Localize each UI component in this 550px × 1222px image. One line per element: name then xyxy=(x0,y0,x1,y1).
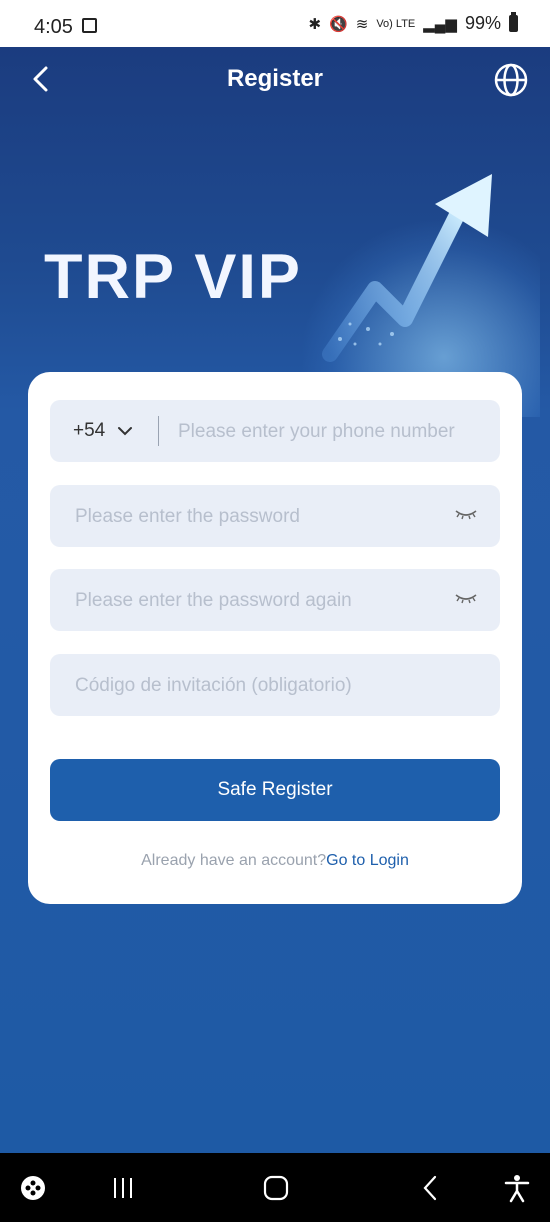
game-launcher-icon[interactable] xyxy=(18,1173,48,1203)
status-indicators: ✱ 🔇 ≋ Vo) LTE ▂▄▆ 99% xyxy=(308,12,518,34)
login-prompt-line: Already have an account?Go to Login xyxy=(28,852,522,870)
page-title: Register xyxy=(226,65,324,92)
battery-percent: 99% xyxy=(464,13,501,33)
network-type: Vo) LTE xyxy=(376,17,416,30)
eye-closed-icon[interactable] xyxy=(454,591,478,607)
brand-title: TRP VIP xyxy=(44,242,302,312)
country-code-select[interactable]: +54 xyxy=(73,400,133,462)
invite-code-field xyxy=(50,654,500,718)
go-to-login-link[interactable]: Go to Login xyxy=(326,852,409,869)
password-field xyxy=(50,485,500,549)
status-time: 4:05 xyxy=(34,16,73,38)
wifi-icon: ≋ xyxy=(355,15,369,33)
back-nav-icon[interactable] xyxy=(416,1173,446,1203)
chevron-down-icon xyxy=(118,427,133,436)
login-prompt: Already have an account? xyxy=(141,852,327,869)
growth-arrow-icon xyxy=(322,174,492,362)
eye-closed-icon[interactable] xyxy=(454,507,478,523)
password-confirm-field xyxy=(50,569,500,633)
bluetooth-icon: ✱ xyxy=(308,15,322,33)
system-nav-bar xyxy=(0,1153,550,1222)
phone-input[interactable] xyxy=(176,400,490,464)
safe-register-button[interactable]: Safe Register xyxy=(50,759,500,821)
invite-code-input[interactable] xyxy=(73,654,487,718)
gallery-icon xyxy=(82,18,97,33)
password-input[interactable] xyxy=(73,485,437,549)
country-code-value: +54 xyxy=(73,420,106,441)
globe-icon[interactable] xyxy=(494,63,528,97)
mute-icon: 🔇 xyxy=(329,15,348,33)
status-bar: 4:05 ✱ 🔇 ≋ Vo) LTE ▂▄▆ 99% xyxy=(0,0,550,47)
accessibility-icon[interactable] xyxy=(502,1173,532,1203)
password-confirm-input[interactable] xyxy=(73,569,437,633)
country-code-divider xyxy=(158,416,159,446)
recent-apps-icon[interactable] xyxy=(108,1173,138,1203)
home-icon[interactable] xyxy=(261,1173,291,1203)
signal-icon: ▂▄▆ xyxy=(423,15,457,33)
phone-field: +54 xyxy=(50,400,500,464)
battery-icon xyxy=(509,12,518,32)
register-card: +54 Safe Register Alre xyxy=(28,372,522,904)
